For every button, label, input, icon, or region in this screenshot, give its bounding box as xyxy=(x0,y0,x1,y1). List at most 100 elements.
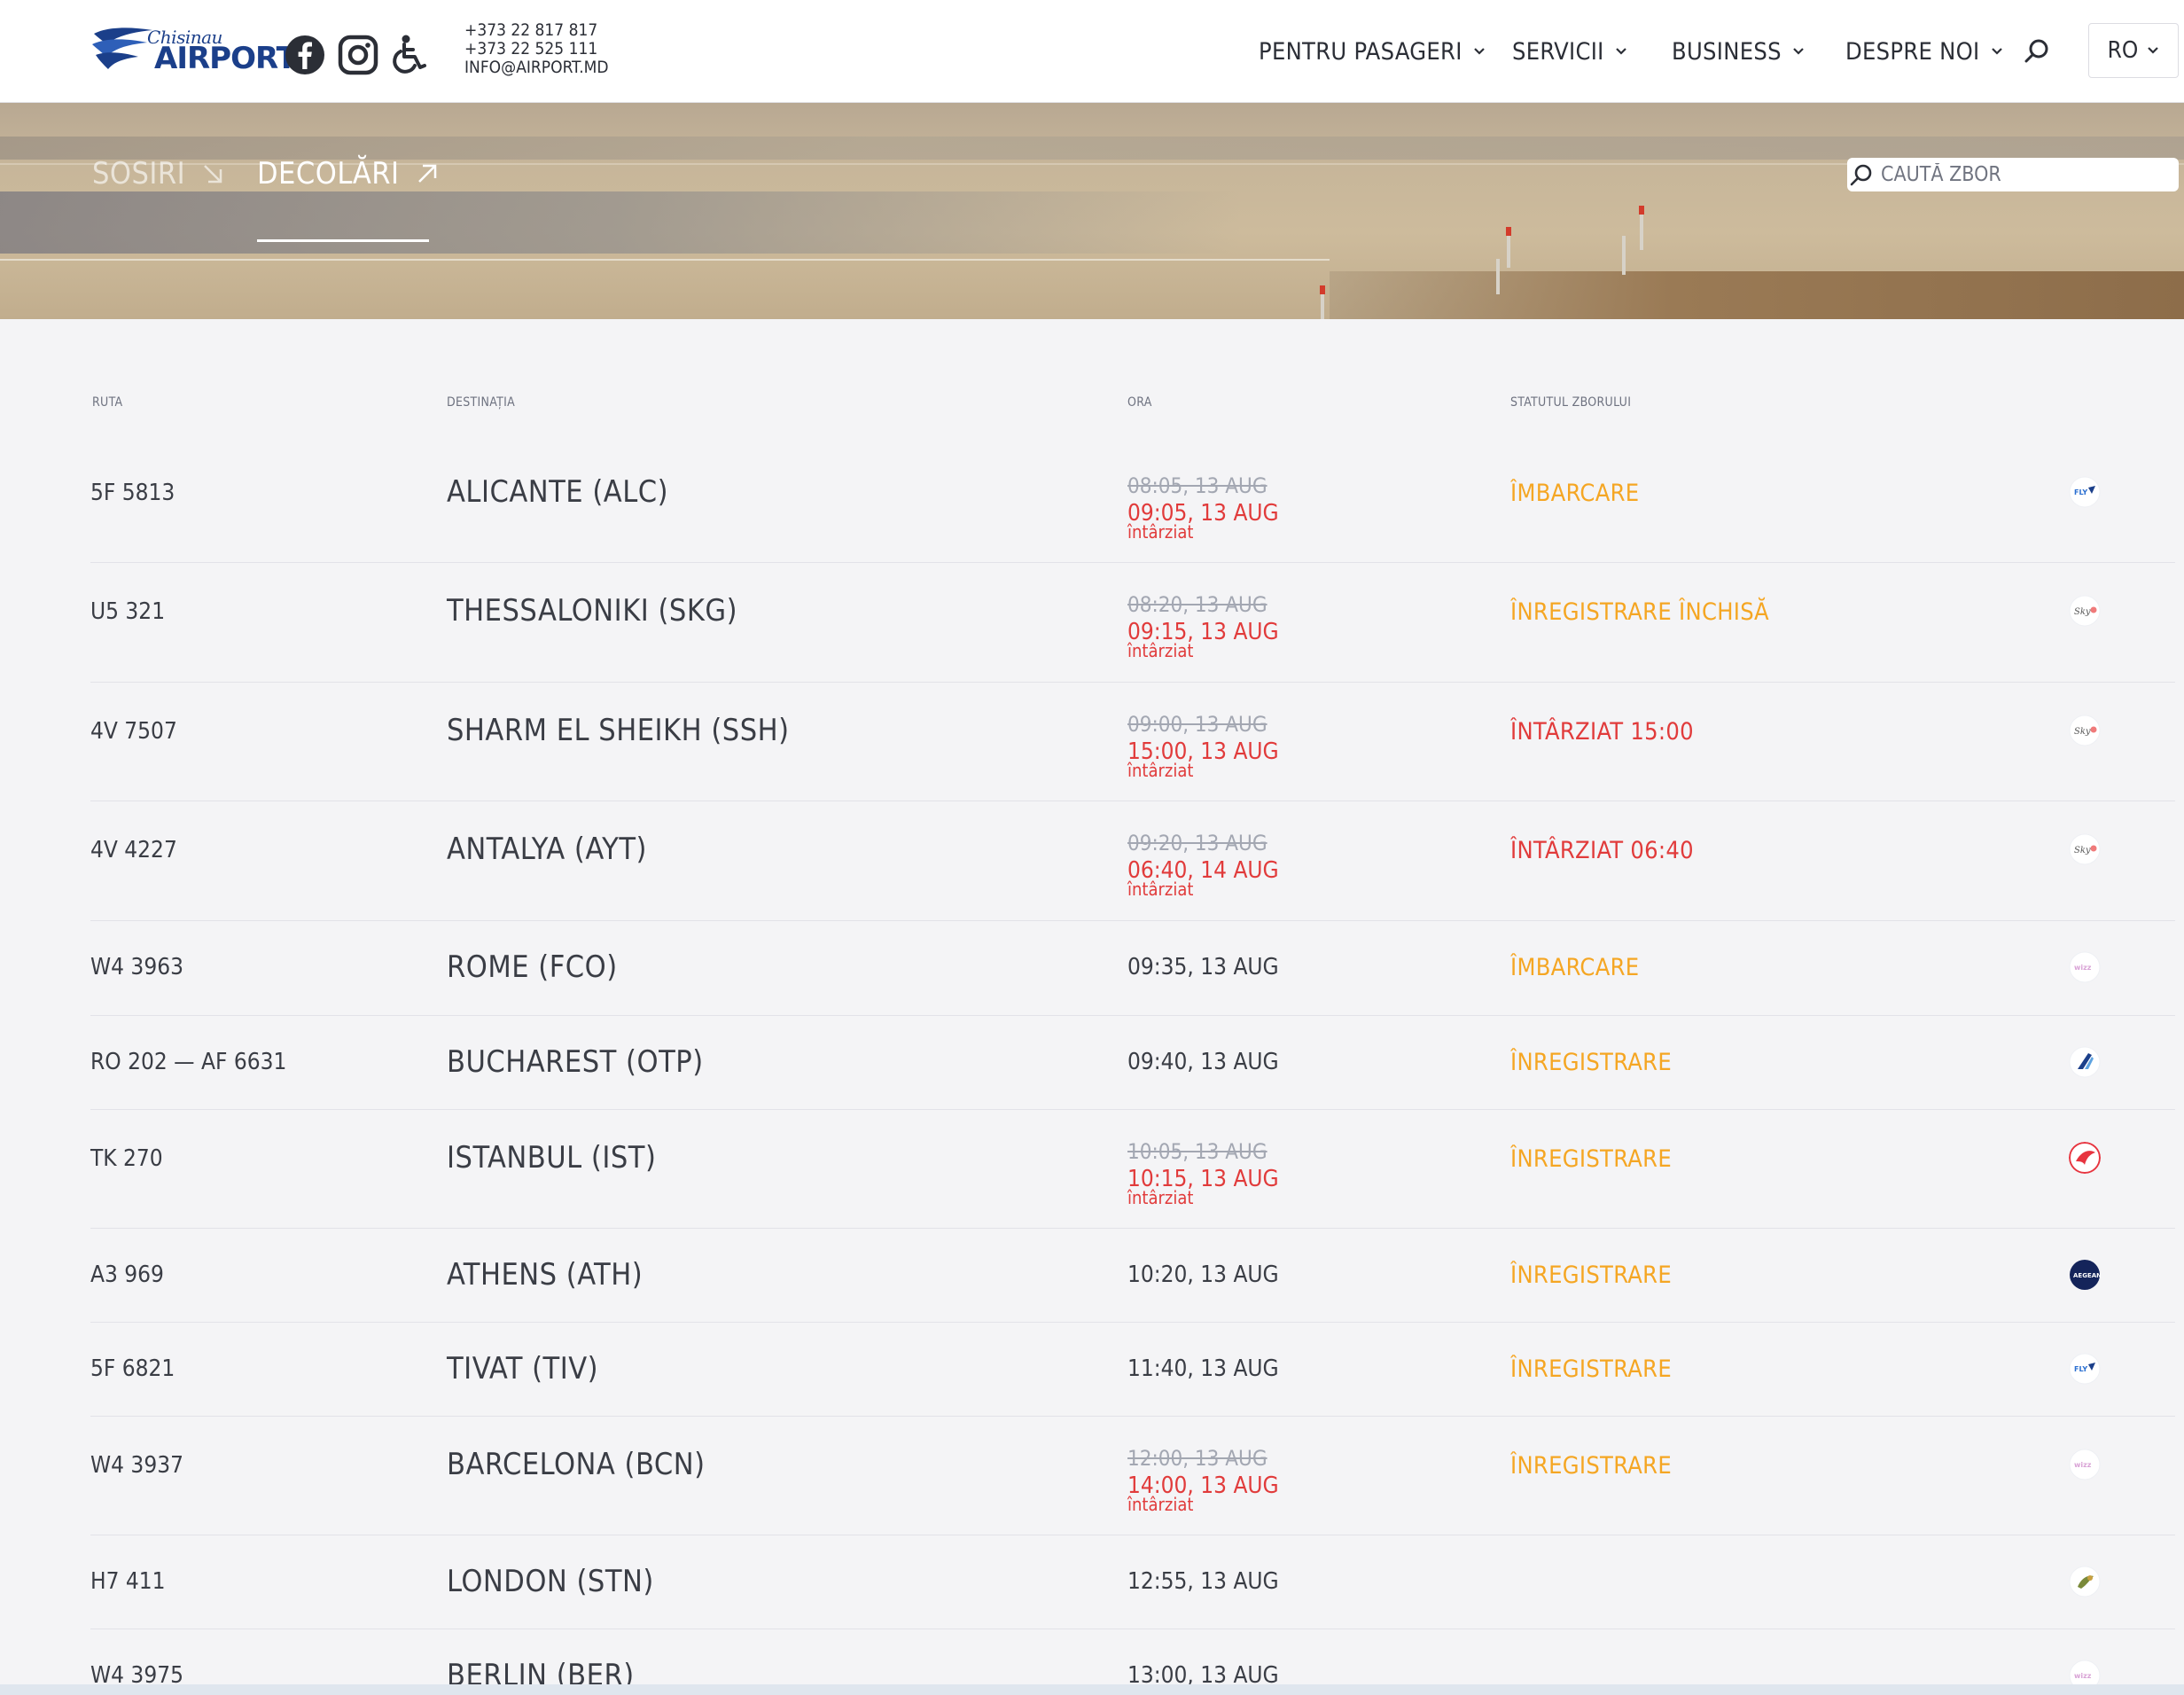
column-header-ora: ORA xyxy=(1127,395,1152,410)
flight-route: 5F 6821 xyxy=(90,1355,176,1382)
scheduled-time: 08:20, 13 AUG xyxy=(1127,592,1268,617)
flight-row[interactable]: 4V 7507 SHARM EL SHEIKH (SSH) 09:00, 13 … xyxy=(90,683,2175,801)
turkish-airlines-logo-icon xyxy=(2069,1142,2101,1174)
chevron-down-icon xyxy=(1991,48,2002,55)
page-bottom-edge xyxy=(0,1684,2184,1695)
chevron-down-icon xyxy=(2148,47,2159,54)
flight-route: TK 270 xyxy=(90,1145,163,1172)
delay-note: întârziat xyxy=(1127,760,1194,781)
flight-row[interactable]: U5 321 THESSALONIKI (SKG) 08:20, 13 AUG … xyxy=(90,563,2175,683)
nav-servicii[interactable]: SERVICII xyxy=(1512,35,1627,67)
flight-destination: ISTANBUL (IST) xyxy=(447,1140,657,1176)
language-selector[interactable]: RO xyxy=(2088,23,2179,78)
wizzair-logo-icon: wizz xyxy=(2069,951,2101,983)
tab-sosiri[interactable]: SOSIRI xyxy=(92,156,224,191)
flight-status: ÎNTÂRZIAT 15:00 xyxy=(1510,718,1694,746)
scheduled-time: 12:00, 13 AUG xyxy=(1127,1446,1268,1471)
nav-business[interactable]: BUSINESS xyxy=(1672,35,1805,67)
scheduled-time: 10:05, 13 AUG xyxy=(1127,1139,1268,1164)
svg-text:wizz: wizz xyxy=(2074,1461,2092,1469)
instagram-icon[interactable] xyxy=(337,34,379,76)
flight-route: 4V 4227 xyxy=(90,837,177,863)
chevron-down-icon xyxy=(1793,48,1804,55)
flight-route: H7 411 xyxy=(90,1568,166,1595)
flight-destination: BUCHAREST (OTP) xyxy=(447,1044,704,1080)
flight-row[interactable]: W4 3963 ROME (FCO) 09:35, 13 AUG ÎMBARCA… xyxy=(90,921,2175,1016)
flight-destination: ANTALYA (AYT) xyxy=(447,832,647,867)
flight-route: 5F 5813 xyxy=(90,480,176,506)
aegean-logo-icon: AEGEAN xyxy=(2070,1260,2101,1290)
svg-text:Sky: Sky xyxy=(2074,607,2091,617)
flight-row[interactable]: A3 969 ATHENS (ATH) 10:20, 13 AUG ÎNREGI… xyxy=(90,1229,2175,1323)
nav-pentru-pasageri[interactable]: PENTRU PASAGERI xyxy=(1259,35,1486,67)
flyone-logo-icon: FLY xyxy=(2069,1353,2101,1385)
svg-text:FLY: FLY xyxy=(2074,1365,2087,1373)
flight-destination: TIVAT (TIV) xyxy=(447,1351,599,1386)
search-icon xyxy=(1850,164,1872,186)
flight-status: ÎNREGISTRARE xyxy=(1510,1355,1673,1383)
accessibility-icon[interactable] xyxy=(388,34,431,76)
svg-text:wizz: wizz xyxy=(2074,1672,2092,1680)
scheduled-time: 08:05, 13 AUG xyxy=(1127,473,1268,498)
flight-destination: ALICANTE (ALC) xyxy=(447,474,669,510)
flight-route: W4 3937 xyxy=(90,1452,183,1479)
flight-row[interactable]: 5F 5813 ALICANTE (ALC) 08:05, 13 AUG 09:… xyxy=(90,444,2175,563)
flight-route: 4V 7507 xyxy=(90,718,177,745)
hero-runway-marker xyxy=(1639,206,1644,215)
flight-destination: SHARM EL SHEIKH (SSH) xyxy=(447,713,790,748)
language-label: RO xyxy=(2107,37,2139,64)
chevron-down-icon xyxy=(1615,48,1626,55)
phone-1[interactable]: +373 22 817 817 xyxy=(464,21,609,40)
flight-row[interactable]: W4 3937 BARCELONA (BCN) 12:00, 13 AUG 14… xyxy=(90,1417,2175,1535)
contact-block: +373 22 817 817 +373 22 525 111 INFO@AIR… xyxy=(464,21,609,77)
site-header: Chisinau AIRPORT +373 22 817 817 +373 22… xyxy=(0,0,2184,103)
facebook-icon[interactable] xyxy=(284,34,326,76)
nav-label: SERVICII xyxy=(1512,37,1604,66)
svg-text:AEGEAN: AEGEAN xyxy=(2073,1272,2101,1279)
hero-runway-marker xyxy=(1320,285,1325,294)
delay-note: întârziat xyxy=(1127,521,1194,543)
flight-destination: ROME (FCO) xyxy=(447,949,618,985)
hero-runway-band xyxy=(0,191,1241,254)
column-header-destinatia: DESTINAȚIA xyxy=(447,395,516,410)
flight-row[interactable]: TK 270 ISTANBUL (IST) 10:05, 13 AUG 10:1… xyxy=(90,1110,2175,1229)
column-header-statut: STATUTUL ZBORULUI xyxy=(1510,395,1632,410)
hero-banner xyxy=(0,103,2184,319)
nav-label: DESPRE NOI xyxy=(1845,37,1980,66)
svg-text:FLY: FLY xyxy=(2074,488,2087,496)
flight-search-box[interactable] xyxy=(1847,158,2179,191)
departure-time: 09:40, 13 AUG xyxy=(1127,1049,1279,1075)
flyone-logo-icon: FLY xyxy=(2069,476,2101,508)
search-icon[interactable] xyxy=(2023,37,2051,66)
email-link[interactable]: INFO@AIRPORT.MD xyxy=(464,59,609,77)
flight-status: ÎNREGISTRARE xyxy=(1510,1049,1673,1076)
phone-2[interactable]: +373 22 525 111 xyxy=(464,40,609,59)
departure-time: 12:55, 13 AUG xyxy=(1127,1568,1279,1595)
arrow-up-right-icon xyxy=(417,164,436,183)
flight-destination: BARCELONA (BCN) xyxy=(447,1447,706,1482)
airport-logo[interactable]: Chisinau AIRPORT xyxy=(90,21,297,82)
tab-label: SOSIRI xyxy=(92,156,186,191)
flight-row[interactable]: 4V 4227 ANTALYA (AYT) 09:20, 13 AUG 06:4… xyxy=(90,801,2175,921)
flight-search-input[interactable] xyxy=(1881,163,2164,186)
flight-route: RO 202 — AF 6631 xyxy=(90,1049,287,1075)
svg-text:wizz: wizz xyxy=(2074,964,2092,972)
nav-despre-noi[interactable]: DESPRE NOI xyxy=(1845,35,2003,67)
wizzair-logo-icon: wizz xyxy=(2069,1449,2101,1480)
tab-decolari[interactable]: DECOLĂRI xyxy=(257,156,439,191)
flight-row[interactable]: RO 202 — AF 6631 BUCHAREST (OTP) 09:40, … xyxy=(90,1016,2175,1110)
logo-wing-icon xyxy=(92,27,152,69)
delay-note: întârziat xyxy=(1127,1187,1194,1208)
flight-status: ÎNREGISTRARE xyxy=(1510,1452,1673,1480)
hero-runway-line xyxy=(0,259,1330,261)
flight-route: U5 321 xyxy=(90,598,166,625)
logo-brand-text: AIRPORT xyxy=(154,41,297,76)
svg-text:Sky: Sky xyxy=(2074,727,2091,737)
flight-row[interactable]: H7 411 LONDON (STN) 12:55, 13 AUG xyxy=(90,1535,2175,1629)
nav-label: PENTRU PASAGERI xyxy=(1259,37,1462,66)
column-header-ruta: RUTA xyxy=(92,395,123,410)
flight-status: ÎNREGISTRARE ÎNCHISĂ xyxy=(1510,598,1769,626)
flight-status: ÎMBARCARE xyxy=(1510,954,1640,981)
flight-route: W4 3963 xyxy=(90,954,183,980)
flight-row[interactable]: 5F 6821 TIVAT (TIV) 11:40, 13 AUG ÎNREGI… xyxy=(90,1323,2175,1417)
